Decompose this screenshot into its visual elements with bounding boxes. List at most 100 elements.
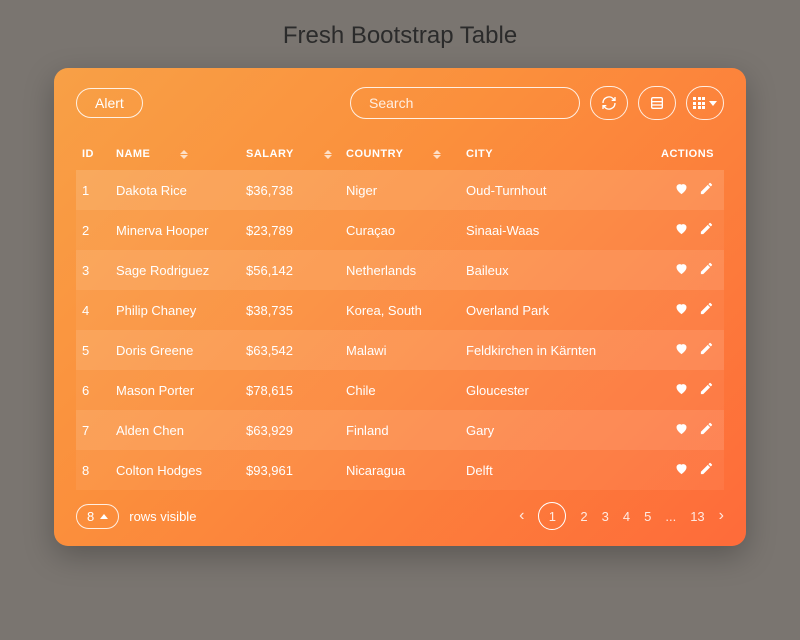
cell-country: Niger [340, 170, 460, 210]
table-row: 7Alden Chen$63,929FinlandGary [76, 410, 724, 450]
cell-city: Overland Park [460, 290, 630, 330]
like-button[interactable] [674, 301, 689, 319]
like-button[interactable] [674, 181, 689, 199]
toolbar: Alert [76, 86, 724, 120]
edit-icon [699, 304, 714, 319]
like-button[interactable] [674, 421, 689, 439]
cell-name: Sage Rodriguez [110, 250, 240, 290]
cell-name: Dakota Rice [110, 170, 240, 210]
cell-country: Curaçao [340, 210, 460, 250]
edit-icon [699, 464, 714, 479]
pagination-page[interactable]: 2 [580, 509, 587, 524]
cell-id: 7 [76, 410, 110, 450]
cell-id: 8 [76, 450, 110, 490]
heart-icon [674, 384, 689, 399]
like-button[interactable] [674, 221, 689, 239]
cell-name: Alden Chen [110, 410, 240, 450]
edit-icon [699, 424, 714, 439]
pagination-page[interactable]: 5 [644, 509, 651, 524]
refresh-button[interactable] [590, 86, 628, 120]
cell-country: Finland [340, 410, 460, 450]
cell-actions [630, 410, 724, 450]
edit-button[interactable] [699, 301, 714, 319]
sort-icon [324, 150, 332, 159]
pagination-page[interactable]: 3 [602, 509, 609, 524]
cell-city: Baileux [460, 250, 630, 290]
column-header-city[interactable]: CITY [460, 138, 630, 170]
cell-name: Colton Hodges [110, 450, 240, 490]
cell-city: Gloucester [460, 370, 630, 410]
table-row: 3Sage Rodriguez$56,142NetherlandsBaileux [76, 250, 724, 290]
sort-icon [433, 150, 441, 159]
rows-per-page-button[interactable]: 8 [76, 504, 119, 529]
alert-button[interactable]: Alert [76, 88, 143, 118]
cell-city: Gary [460, 410, 630, 450]
data-table: ID NAME SALARY COUNTRY CITY ACTIONS 1Dak… [76, 138, 724, 490]
edit-button[interactable] [699, 221, 714, 239]
edit-icon [699, 344, 714, 359]
pagination: ‹ 12345... 13 › [519, 502, 724, 530]
edit-button[interactable] [699, 461, 714, 479]
edit-icon [699, 224, 714, 239]
like-button[interactable] [674, 341, 689, 359]
cell-name: Philip Chaney [110, 290, 240, 330]
cell-salary: $63,542 [240, 330, 340, 370]
cell-id: 6 [76, 370, 110, 410]
rows-visible-control: 8 rows visible [76, 504, 196, 529]
cell-city: Feldkirchen in Kärnten [460, 330, 630, 370]
table-row: 8Colton Hodges$93,961NicaraguaDelft [76, 450, 724, 490]
pagination-page[interactable]: 13 [690, 509, 704, 524]
column-header-country[interactable]: COUNTRY [340, 138, 460, 170]
pagination-page[interactable]: 4 [623, 509, 630, 524]
pagination-next[interactable]: › [719, 507, 724, 525]
edit-button[interactable] [699, 261, 714, 279]
table-card: Alert ID NAME SALARY COUNTRY CITY ACTION… [54, 68, 746, 546]
heart-icon [674, 304, 689, 319]
pagination-page[interactable]: 1 [538, 502, 566, 530]
table-row: 1Dakota Rice$36,738NigerOud-Turnhout [76, 170, 724, 210]
cell-city: Oud-Turnhout [460, 170, 630, 210]
heart-icon [674, 264, 689, 279]
cell-country: Korea, South [340, 290, 460, 330]
column-header-actions: ACTIONS [630, 138, 724, 170]
like-button[interactable] [674, 461, 689, 479]
edit-button[interactable] [699, 381, 714, 399]
cell-salary: $63,929 [240, 410, 340, 450]
table-row: 5Doris Greene$63,542MalawiFeldkirchen in… [76, 330, 724, 370]
cell-actions [630, 370, 724, 410]
column-header-id[interactable]: ID [76, 138, 110, 170]
edit-button[interactable] [699, 341, 714, 359]
cell-name: Doris Greene [110, 330, 240, 370]
chevron-down-icon [709, 101, 717, 106]
cell-salary: $38,735 [240, 290, 340, 330]
columns-button[interactable] [638, 86, 676, 120]
search-input[interactable] [350, 87, 580, 119]
edit-button[interactable] [699, 421, 714, 439]
view-toggle-button[interactable] [686, 86, 724, 120]
like-button[interactable] [674, 381, 689, 399]
edit-icon [699, 264, 714, 279]
cell-name: Mason Porter [110, 370, 240, 410]
table-footer: 8 rows visible ‹ 12345... 13 › [76, 502, 724, 530]
cell-country: Netherlands [340, 250, 460, 290]
cell-salary: $56,142 [240, 250, 340, 290]
cell-id: 1 [76, 170, 110, 210]
heart-icon [674, 224, 689, 239]
edit-icon [699, 184, 714, 199]
cell-actions [630, 290, 724, 330]
cell-id: 5 [76, 330, 110, 370]
pagination-prev[interactable]: ‹ [519, 507, 524, 525]
chevron-up-icon [100, 514, 108, 519]
cell-actions [630, 450, 724, 490]
edit-button[interactable] [699, 181, 714, 199]
heart-icon [674, 184, 689, 199]
pagination-ellipsis: ... [665, 509, 676, 524]
column-header-salary[interactable]: SALARY [240, 138, 340, 170]
like-button[interactable] [674, 261, 689, 279]
cell-name: Minerva Hooper [110, 210, 240, 250]
cell-salary: $23,789 [240, 210, 340, 250]
cell-country: Nicaragua [340, 450, 460, 490]
column-header-name[interactable]: NAME [110, 138, 240, 170]
cell-id: 3 [76, 250, 110, 290]
cell-country: Malawi [340, 330, 460, 370]
